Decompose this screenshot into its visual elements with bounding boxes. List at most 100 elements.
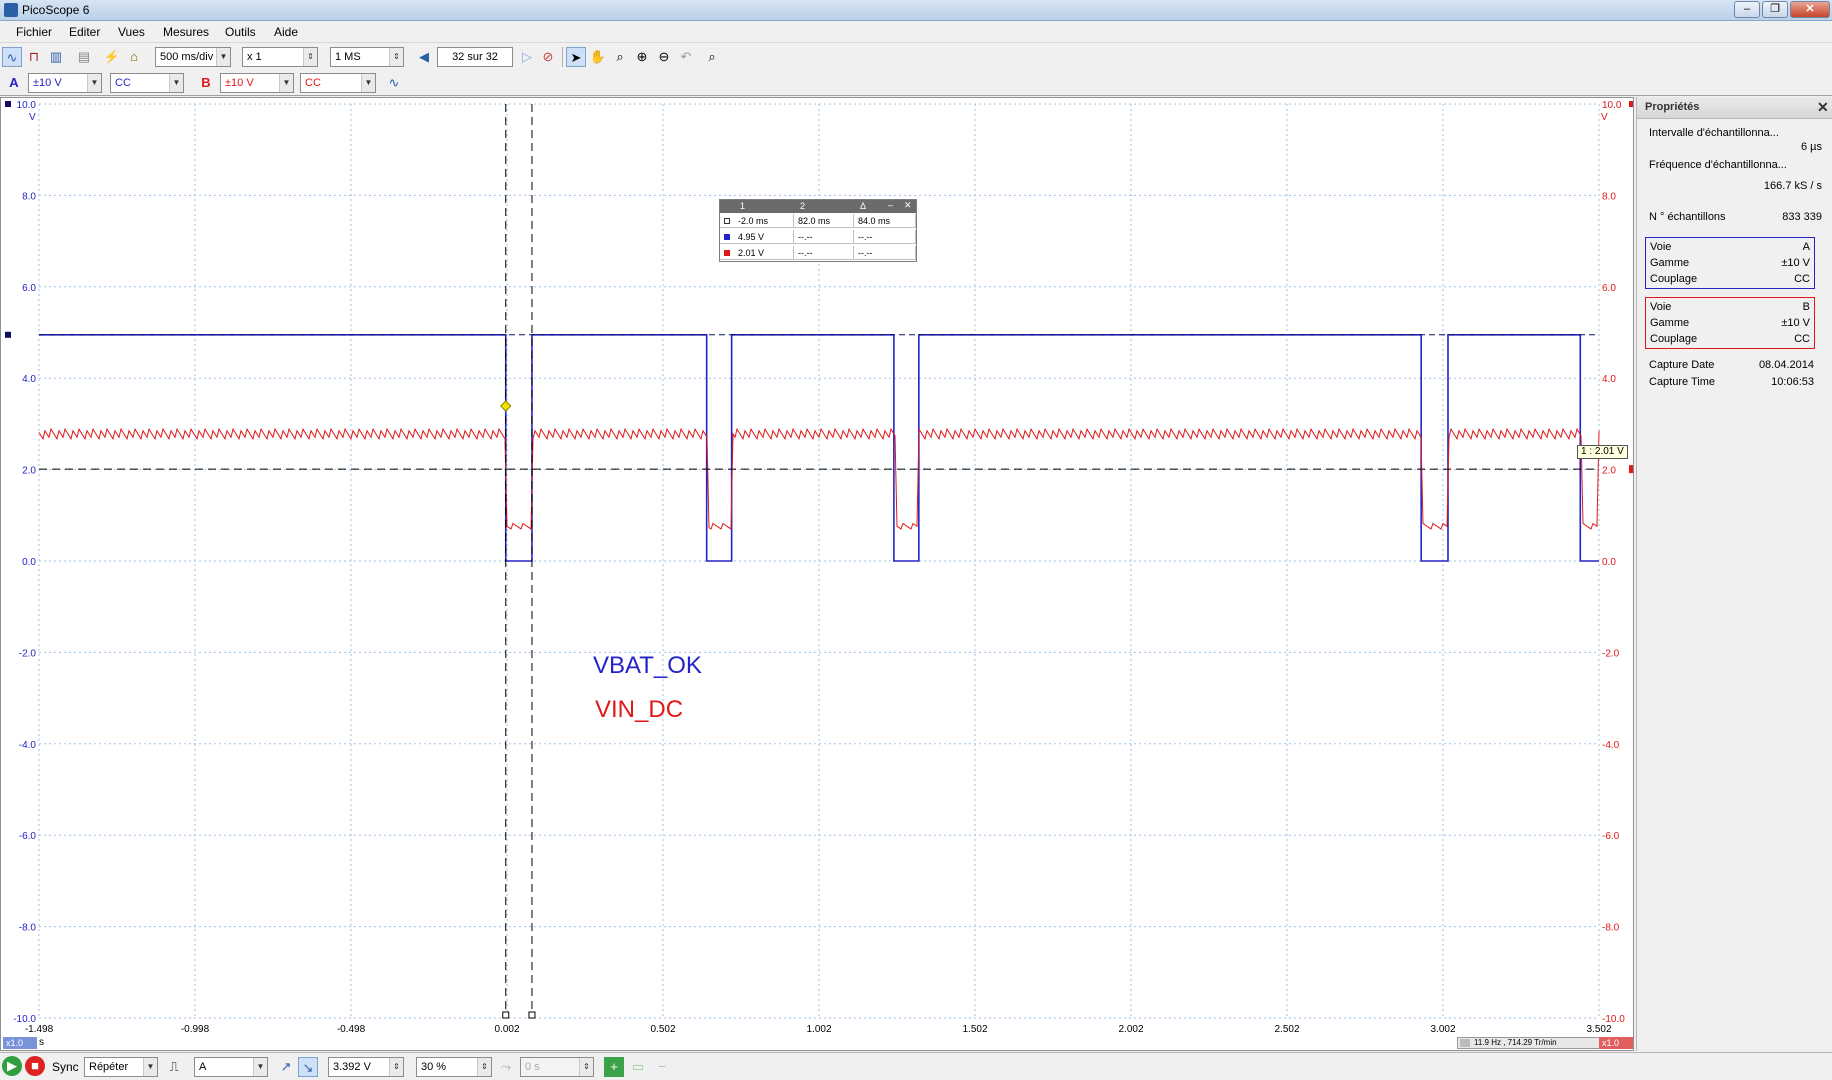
y-tick-label-left: -6.0 (19, 831, 37, 842)
y-zoom-badge[interactable]: x1.0 (1599, 1037, 1633, 1049)
close-icon[interactable]: ✕ (1817, 99, 1829, 116)
home-icon[interactable]: ⌂ (124, 47, 144, 67)
measurement-header: 1 2 Δ – ✕ (720, 200, 916, 213)
capture-time-label: Capture Time (1649, 376, 1716, 388)
voltage-ruler-handle (1629, 465, 1633, 474)
rising-edge-icon[interactable]: ↗ (276, 1057, 296, 1077)
close-icon[interactable]: ✕ (904, 200, 912, 211)
channel-b-range-select[interactable]: ±10 V ▼ (220, 73, 294, 93)
stepper-icon: ⇕ (389, 48, 403, 66)
menu-aide[interactable]: Aide (274, 25, 298, 39)
edit-measurement-icon[interactable]: ▭ (628, 1057, 648, 1077)
channel-a-offset-handle (5, 331, 11, 338)
pointer-tool-icon[interactable]: ➤ (566, 47, 586, 67)
run-icon[interactable]: ▶ (2, 1056, 22, 1076)
hand-tool-icon[interactable]: ✋ (588, 47, 608, 67)
zoom-overview-icon[interactable]: ⌕ (702, 47, 722, 67)
separator (562, 47, 563, 67)
channel-b-swatch-icon (720, 246, 734, 260)
post-trigger-icon[interactable]: ⤳ (496, 1057, 516, 1077)
y-tick-label-left: 0.0 (22, 557, 36, 568)
zoom-in-icon[interactable]: ⊕ (632, 47, 652, 67)
sample-interval-label: Intervalle d'échantillonna... (1649, 127, 1779, 139)
menu-vues[interactable]: Vues (118, 25, 145, 39)
delay-input[interactable]: 0 s ⇕ (520, 1057, 594, 1077)
stepper-icon: ⇕ (579, 1058, 593, 1076)
y-tick-label-left: -2.0 (19, 648, 37, 659)
advanced-trigger-icon[interactable]: ⎍ (164, 1057, 184, 1077)
trigger-source-select[interactable]: A ▼ (194, 1057, 268, 1077)
channel-a-properties: Voie A Gamme ±10 V Couplage CC (1645, 237, 1815, 289)
next-buffer-icon[interactable]: ▷ (517, 47, 537, 67)
scope-mode-icon[interactable]: ∿ (2, 47, 22, 67)
sample-interval-value: 6 µs (1800, 141, 1822, 153)
minimize-icon[interactable]: – (888, 200, 893, 210)
y-tick-label-right: -2.0 (1602, 648, 1620, 659)
channel-a-options-icon[interactable]: A (4, 73, 24, 93)
math-channel-icon[interactable]: ∿ (384, 73, 404, 93)
undo-zoom-icon[interactable]: ↶ (676, 47, 696, 67)
samples-select[interactable]: 1 MS ⇕ (330, 47, 404, 67)
y-tick-label-left: -8.0 (19, 923, 37, 934)
spectrum-mode-icon[interactable]: ▥ (46, 47, 66, 67)
table-cell: --.-- (854, 230, 916, 244)
channel-toolbar: A ±10 V ▼ CC ▼ B ±10 V ▼ CC ▼ ∿ (0, 71, 1832, 96)
ruler-value-tag: 1 : 2.01 V (1577, 445, 1628, 459)
y-tick-label-right: 8.0 (1602, 191, 1616, 202)
pretrigger-input[interactable]: 30 % ⇕ (416, 1057, 492, 1077)
table-cell: 4.95 V (734, 230, 794, 244)
channel-b-properties: Voie B Gamme ±10 V Couplage CC (1645, 297, 1815, 349)
trigger-mode-select[interactable]: Répéter ▼ (84, 1057, 158, 1077)
sample-rate-label: Fréquence d'échantillonna... (1649, 159, 1787, 171)
timebase-select[interactable]: 500 ms/div ▼ (155, 47, 231, 67)
x-tick-label: 3.502 (1586, 1024, 1611, 1035)
add-measurement-icon[interactable]: + (604, 1057, 624, 1077)
channel-a-coupling-select[interactable]: CC ▼ (110, 73, 184, 93)
channel-a-swatch-icon (720, 230, 734, 244)
x-tick-label: 2.502 (1274, 1024, 1299, 1035)
table-cell: --.-- (794, 246, 854, 260)
zoom-out-icon[interactable]: ⊖ (654, 47, 674, 67)
channel-options-icon[interactable]: ▤ (74, 47, 94, 67)
chevron-down-icon: ▼ (253, 1058, 267, 1076)
minimize-button[interactable]: – (1734, 1, 1760, 18)
properties-title: Propriétés (1645, 101, 1700, 113)
maximize-button[interactable]: ❐ (1762, 1, 1788, 18)
first-buffer-icon[interactable]: ◀ (414, 47, 434, 67)
x-tick-label: -0.498 (337, 1024, 366, 1035)
stop-icon[interactable]: ■ (25, 1056, 45, 1076)
buffer-navigator[interactable]: 32 sur 32 (437, 47, 513, 67)
delete-measurement-icon[interactable]: − (652, 1057, 672, 1077)
y-unit-left: V (29, 112, 36, 123)
measurement-table[interactable]: 1 2 Δ – ✕ -2.0 ms 82.0 ms 84.0 ms 4.95 V… (719, 199, 917, 262)
y-tick-label-left: 2.0 (22, 466, 36, 477)
table-cell: --.-- (794, 230, 854, 244)
menu-fichier[interactable]: Fichier (16, 25, 52, 39)
capture-date-label: Capture Date (1649, 359, 1715, 371)
zoom-select[interactable]: x 1 ⇕ (242, 47, 318, 67)
menu-outils[interactable]: Outils (225, 25, 256, 39)
channel-b-options-icon[interactable]: B (196, 73, 216, 93)
falling-edge-icon[interactable]: ↘ (298, 1057, 318, 1077)
y-tick-label-right: -4.0 (1602, 740, 1620, 751)
chevron-down-icon: ▼ (87, 74, 101, 92)
menu-editer[interactable]: Editer (69, 25, 100, 39)
x-tick-label: 2.002 (1118, 1024, 1143, 1035)
buffer-overview-icon[interactable]: ⊘ (538, 47, 558, 67)
close-button[interactable]: ✕ (1790, 1, 1830, 18)
probe-icon[interactable]: ⚡ (102, 47, 122, 67)
channel-a-range-select[interactable]: ±10 V ▼ (28, 73, 102, 93)
sync-label: Sync (52, 1060, 79, 1074)
menu-mesures[interactable]: Mesures (163, 25, 209, 39)
channel-b-coupling-select[interactable]: CC ▼ (300, 73, 376, 93)
trace-label-vbat-ok: VBAT_OK (593, 652, 702, 679)
x-zoom-badge[interactable]: x1.0 (3, 1037, 37, 1049)
zoom-area-icon[interactable]: ⌕ (610, 47, 630, 67)
x-tick-label: -1.498 (25, 1024, 54, 1035)
channel-a-top-marker (5, 101, 11, 107)
y-tick-label-right: 6.0 (1602, 283, 1616, 294)
trigger-level-input[interactable]: 3.392 V ⇕ (328, 1057, 404, 1077)
scope-view[interactable]: 10.0 10.0 8.0 8.0 6.0 6.0 4.0 4.0 2.0 2.0 0.0 0.0 -2… (0, 97, 1634, 1051)
persistence-mode-icon[interactable]: ⊓ (24, 47, 44, 67)
window-title: PicoScope 6 (22, 3, 90, 17)
